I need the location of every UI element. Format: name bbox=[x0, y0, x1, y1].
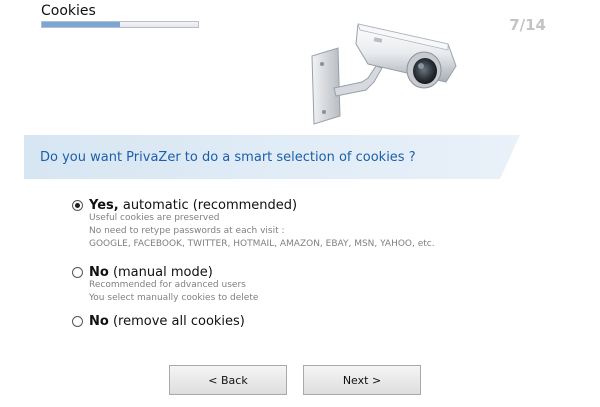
option-label: No (remove all cookies) bbox=[89, 314, 245, 329]
radio-button[interactable] bbox=[72, 200, 83, 211]
option-label: Yes, automatic (recommended) bbox=[89, 198, 298, 213]
option-description: You select manually cookies to delete bbox=[89, 293, 259, 303]
progress-bar bbox=[41, 21, 199, 28]
security-camera-icon bbox=[311, 23, 457, 125]
next-button[interactable]: Next > bbox=[303, 365, 421, 395]
option-description: Recommended for advanced users bbox=[89, 280, 246, 290]
page-title: Cookies bbox=[41, 3, 96, 19]
option-description: GOOGLE, FACEBOOK, TWITTER, HOTMAIL, AMAZ… bbox=[89, 239, 435, 249]
progress-fill bbox=[42, 22, 120, 27]
option-description: Useful cookies are preserved bbox=[89, 213, 220, 223]
radio-button[interactable] bbox=[72, 316, 83, 327]
radio-button[interactable] bbox=[72, 267, 83, 278]
option-description: No need to retype passwords at each visi… bbox=[89, 226, 285, 236]
step-counter: 7/14 bbox=[509, 16, 546, 34]
question-text: Do you want PrivaZer to do a smart selec… bbox=[40, 150, 416, 165]
back-button[interactable]: < Back bbox=[169, 365, 287, 395]
option-label: No (manual mode) bbox=[89, 265, 213, 280]
